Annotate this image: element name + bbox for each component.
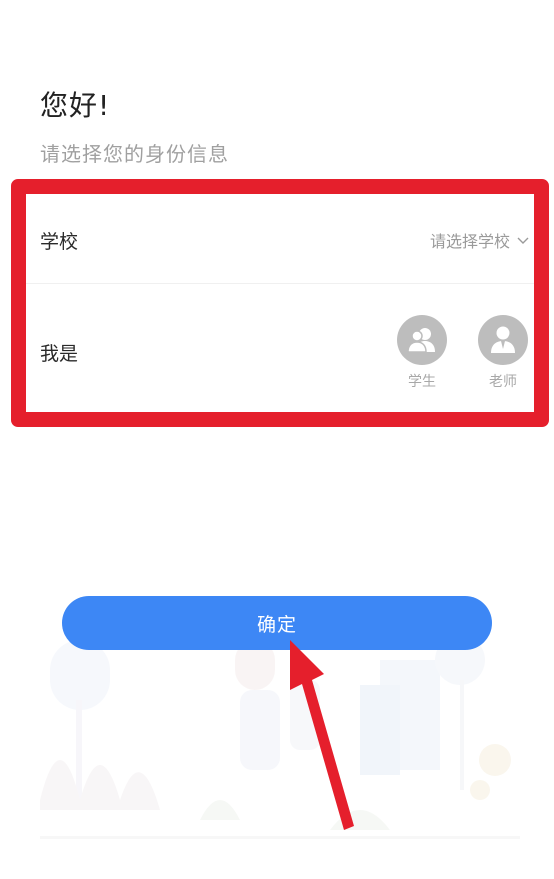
- role-option-student-label: 学生: [408, 374, 436, 390]
- school-select[interactable]: 请选择学校: [430, 228, 530, 252]
- role-option-teacher-label: 老师: [489, 374, 517, 390]
- page-title: 您好!: [40, 89, 111, 122]
- chevron-down-icon: [517, 237, 529, 244]
- role-row: 我是 学生 老师: [26, 284, 534, 412]
- school-row[interactable]: 学校 请选择学校: [26, 194, 534, 284]
- confirm-button[interactable]: 确定: [62, 596, 492, 650]
- role-label: 我是: [40, 343, 79, 365]
- school-label: 学校: [40, 231, 79, 253]
- role-option-teacher[interactable]: 老师: [477, 315, 529, 391]
- teacher-icon: [478, 315, 528, 365]
- page-subtitle: 请选择您的身份信息: [40, 142, 229, 166]
- role-option-student[interactable]: 学生: [396, 315, 448, 391]
- school-placeholder: 请选择学校: [429, 232, 510, 251]
- student-icon: [397, 315, 447, 365]
- identity-form: 学校 请选择学校 我是 学生 老师: [26, 194, 534, 412]
